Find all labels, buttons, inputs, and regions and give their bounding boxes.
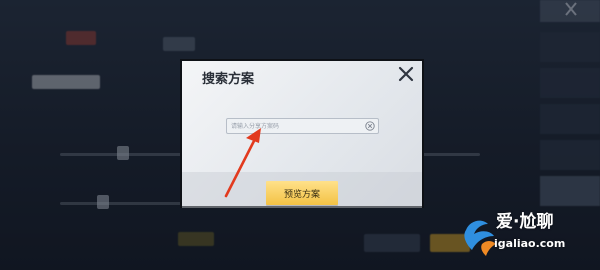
watermark-brand: 爱·尬聊 — [496, 212, 554, 232]
dialog-title: 搜索方案 — [202, 72, 255, 87]
close-icon[interactable] — [398, 66, 414, 82]
share-code-input[interactable] — [231, 119, 359, 133]
search-plan-dialog: 搜索方案 预览方案 — [180, 59, 424, 208]
watermark-url: igaliao.com — [494, 237, 566, 250]
preview-plan-button[interactable]: 预览方案 — [266, 181, 338, 205]
clear-icon[interactable] — [365, 121, 375, 131]
search-input-box[interactable] — [226, 118, 379, 134]
